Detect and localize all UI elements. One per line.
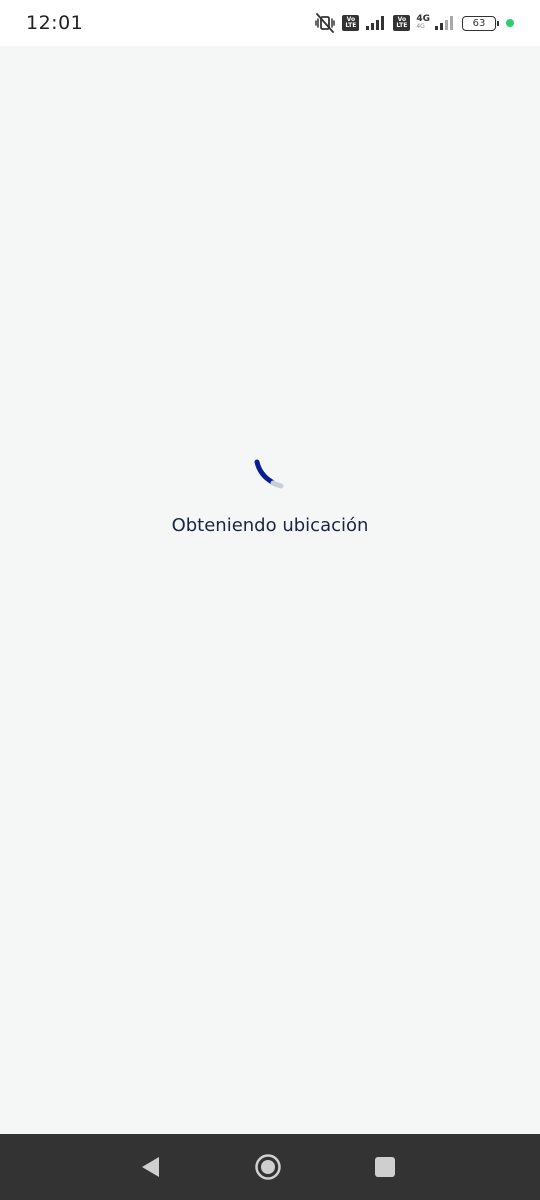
network-sub-label: 4G bbox=[416, 23, 425, 30]
privacy-dot bbox=[506, 19, 514, 27]
status-bar: 12:01 Vo LTE Vo LTE 4G 4G 63 bbox=[0, 0, 540, 46]
status-icons: Vo LTE Vo LTE 4G 4G 63 bbox=[314, 11, 514, 35]
4g-icon: 4G 4G bbox=[416, 15, 430, 31]
battery-level: 63 bbox=[472, 17, 486, 29]
network-type-label: 4G bbox=[416, 14, 430, 24]
battery-icon: 63 bbox=[462, 15, 499, 31]
recents-icon bbox=[375, 1157, 395, 1177]
volte-icon: Vo LTE bbox=[342, 15, 360, 31]
volte-icon-2: Vo LTE bbox=[393, 15, 411, 31]
back-icon bbox=[142, 1157, 159, 1177]
signal-icon-2 bbox=[434, 15, 456, 31]
signal-icon bbox=[365, 15, 387, 31]
screen: 12:01 Vo LTE Vo LTE 4G 4G 63 Obteniendo … bbox=[0, 0, 540, 1200]
navigation-bar bbox=[0, 1134, 540, 1200]
status-time: 12:01 bbox=[26, 12, 84, 34]
home-button[interactable] bbox=[252, 1151, 284, 1183]
loading-spinner-icon bbox=[254, 459, 284, 489]
volte-bottom-label: LTE bbox=[345, 22, 357, 29]
mute-vibrate-icon bbox=[314, 13, 336, 33]
volte-bottom-label: LTE bbox=[396, 22, 408, 29]
loading-container: Obteniendo ubicación bbox=[0, 455, 540, 536]
back-button[interactable] bbox=[134, 1151, 166, 1183]
loading-message: Obteniendo ubicación bbox=[171, 515, 369, 536]
home-icon bbox=[255, 1154, 281, 1180]
recents-button[interactable] bbox=[369, 1151, 401, 1183]
